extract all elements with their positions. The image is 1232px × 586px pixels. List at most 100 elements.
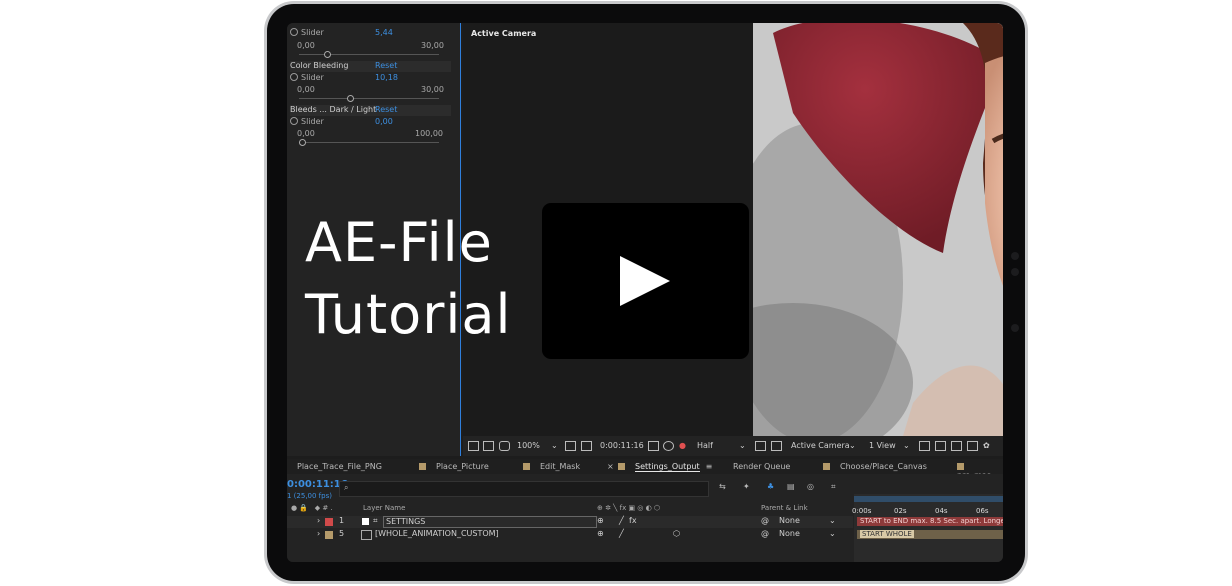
tab-place-picture[interactable]: Place_Picture xyxy=(436,462,489,471)
chevron-down-icon[interactable]: ⌄ xyxy=(849,441,856,450)
shy-icon[interactable]: ⊕ xyxy=(597,516,604,525)
zoom-select[interactable]: 100% xyxy=(517,441,540,450)
pickwhip-icon[interactable]: @ xyxy=(761,529,769,538)
ruler-tick: 06s xyxy=(976,507,989,515)
slider3-handle[interactable] xyxy=(299,139,306,146)
pickwhip-icon[interactable]: @ xyxy=(761,516,769,525)
label-color-swatch[interactable] xyxy=(325,518,333,526)
monitor-icon[interactable] xyxy=(483,441,494,451)
tab-choose-place-canvas-wrap[interactable]: Choose/Place_Canvas xyxy=(823,462,927,471)
chevron-right-icon[interactable]: › xyxy=(317,529,320,538)
quality-icon[interactable]: ╱ xyxy=(619,516,624,525)
stopwatch-icon[interactable] xyxy=(290,73,298,81)
viewer-timecode[interactable]: 0:00:11:16 xyxy=(600,441,644,450)
camera-select[interactable]: Active Camera xyxy=(791,441,850,450)
3d-layer-icon[interactable]: ⬡ xyxy=(673,529,680,538)
chevron-down-icon[interactable]: ⌄ xyxy=(551,441,558,450)
region-icon[interactable] xyxy=(755,441,766,451)
tab-settings-output-wrap[interactable]: Settings_Output ≡ xyxy=(618,462,713,472)
ruler-tick: 04s xyxy=(935,507,948,515)
camera-dot xyxy=(1011,268,1019,276)
portrait-photo xyxy=(753,23,1003,436)
tab-place-picture-wrap[interactable]: Place_Picture xyxy=(419,462,489,471)
slider3-track[interactable] xyxy=(299,142,439,143)
layer-name[interactable]: SETTINGS xyxy=(383,516,597,528)
layer-duration-bar[interactable]: START to END max. 8.5 Sec. apart. Longer… xyxy=(857,517,1003,526)
resolution-select[interactable]: Half xyxy=(697,441,713,450)
motion-blur-icon[interactable]: ◎ xyxy=(807,482,814,491)
tab-edit-mask-wrap[interactable]: Edit_Mask xyxy=(523,462,580,471)
reset-button[interactable]: Reset xyxy=(375,61,397,70)
shy-icon[interactable]: ⊕ xyxy=(597,529,604,538)
shy-layers-icon[interactable]: ♣ xyxy=(767,482,774,491)
group3-name: Bleeds ... Dark / Light xyxy=(290,105,377,114)
stopwatch-icon[interactable] xyxy=(290,117,298,125)
time-ruler[interactable]: 0:00s 02s 04s 06s xyxy=(852,494,1003,562)
graph-editor-icon[interactable]: ⌗ xyxy=(831,482,836,492)
camera-dot xyxy=(1011,252,1019,260)
label-color-swatch[interactable] xyxy=(325,531,333,539)
quality-icon[interactable]: ╱ xyxy=(619,529,624,538)
chevron-down-icon[interactable]: ⌄ xyxy=(739,441,746,450)
parent-select[interactable]: None xyxy=(779,516,800,525)
slider3-label: Slider xyxy=(301,117,324,126)
work-area-bar[interactable] xyxy=(854,496,1003,502)
draft-3d-icon[interactable]: ✦ xyxy=(743,482,750,491)
chevron-down-icon[interactable]: ⌄ xyxy=(829,529,836,538)
slider1-max: 30,00 xyxy=(421,41,444,50)
tab-settings-output[interactable]: Settings_Output xyxy=(635,462,700,472)
stopwatch-icon[interactable] xyxy=(290,28,298,36)
tab-render-queue[interactable]: Render Queue xyxy=(733,462,790,471)
export-icon[interactable] xyxy=(935,441,946,451)
play-button[interactable] xyxy=(542,203,749,359)
parent-select[interactable]: None xyxy=(779,529,800,538)
menu-icon[interactable]: ≡ xyxy=(706,462,713,471)
chevron-down-icon[interactable]: ⌄ xyxy=(903,441,910,450)
chevron-down-icon[interactable]: ⌄ xyxy=(829,516,836,525)
slider1-track[interactable] xyxy=(299,54,439,55)
comp-mini-flowchart-icon[interactable]: ⇆ xyxy=(719,482,726,491)
label-color-swatch xyxy=(618,463,625,470)
ruler-tick: 02s xyxy=(894,507,907,515)
table-row[interactable]: › 1 ⌗ SETTINGS ⊕ ╱ fx @ None ⌄ xyxy=(287,516,853,528)
slider3-value[interactable]: 0,00 xyxy=(375,117,393,126)
color-icon[interactable]: ● xyxy=(679,441,686,450)
frame-blending-icon[interactable]: ▤ xyxy=(787,482,795,491)
reset-button[interactable]: Reset xyxy=(375,105,397,114)
slider1-handle[interactable] xyxy=(324,51,332,58)
slider1-value[interactable]: 5,44 xyxy=(375,28,393,37)
chevron-right-icon[interactable]: › xyxy=(317,516,320,525)
transparency-icon[interactable] xyxy=(771,441,782,451)
tab-edit-mask[interactable]: Edit_Mask xyxy=(540,462,580,471)
slider3-min: 0,00 xyxy=(297,129,315,138)
slider2-track[interactable] xyxy=(299,98,439,99)
layer-search-input[interactable]: ⌕ xyxy=(339,481,709,497)
fx-icon[interactable]: fx xyxy=(629,516,637,525)
layer-name[interactable]: [WHOLE_ANIMATION_CUSTOM] xyxy=(375,529,499,538)
camera-icon[interactable] xyxy=(648,441,659,451)
vr-icon[interactable] xyxy=(499,441,510,451)
label-color-swatch xyxy=(523,463,530,470)
layer-marker[interactable]: START WHOLE xyxy=(860,530,914,538)
layer-duration-bar[interactable]: START WHOLE xyxy=(857,530,1003,539)
slider2-handle[interactable] xyxy=(346,95,354,102)
close-tab-icon[interactable]: × xyxy=(607,462,614,471)
exposure-icon[interactable] xyxy=(967,441,978,451)
view-select[interactable]: 1 View xyxy=(869,441,896,450)
channel-icon[interactable] xyxy=(663,441,674,451)
tab-choose-place-canvas[interactable]: Choose/Place_Canvas xyxy=(840,462,927,471)
search-icon: ⌕ xyxy=(344,483,349,492)
grid-icon: ⌗ xyxy=(373,516,378,525)
reset-exposure-icon[interactable]: ✿ xyxy=(983,441,990,450)
grid-icon[interactable] xyxy=(565,441,576,451)
parent-header: Parent & Link xyxy=(761,504,808,512)
bleeds-header: Bleeds ... Dark / Light Reset xyxy=(290,105,451,116)
slider3-max: 100,00 xyxy=(415,129,443,138)
layout-icon[interactable] xyxy=(919,441,930,451)
slider2-value[interactable]: 10,18 xyxy=(375,73,398,82)
mask-icon[interactable] xyxy=(581,441,592,451)
tab-place-trace-file-png[interactable]: Place_Trace_File_PNG xyxy=(297,462,382,471)
table-row[interactable]: › 5 [WHOLE_ANIMATION_CUSTOM] ⊕ ╱ ⬡ @ Non… xyxy=(287,529,853,541)
snapshot-icon[interactable] xyxy=(468,441,479,451)
flowchart-icon[interactable] xyxy=(951,441,962,451)
